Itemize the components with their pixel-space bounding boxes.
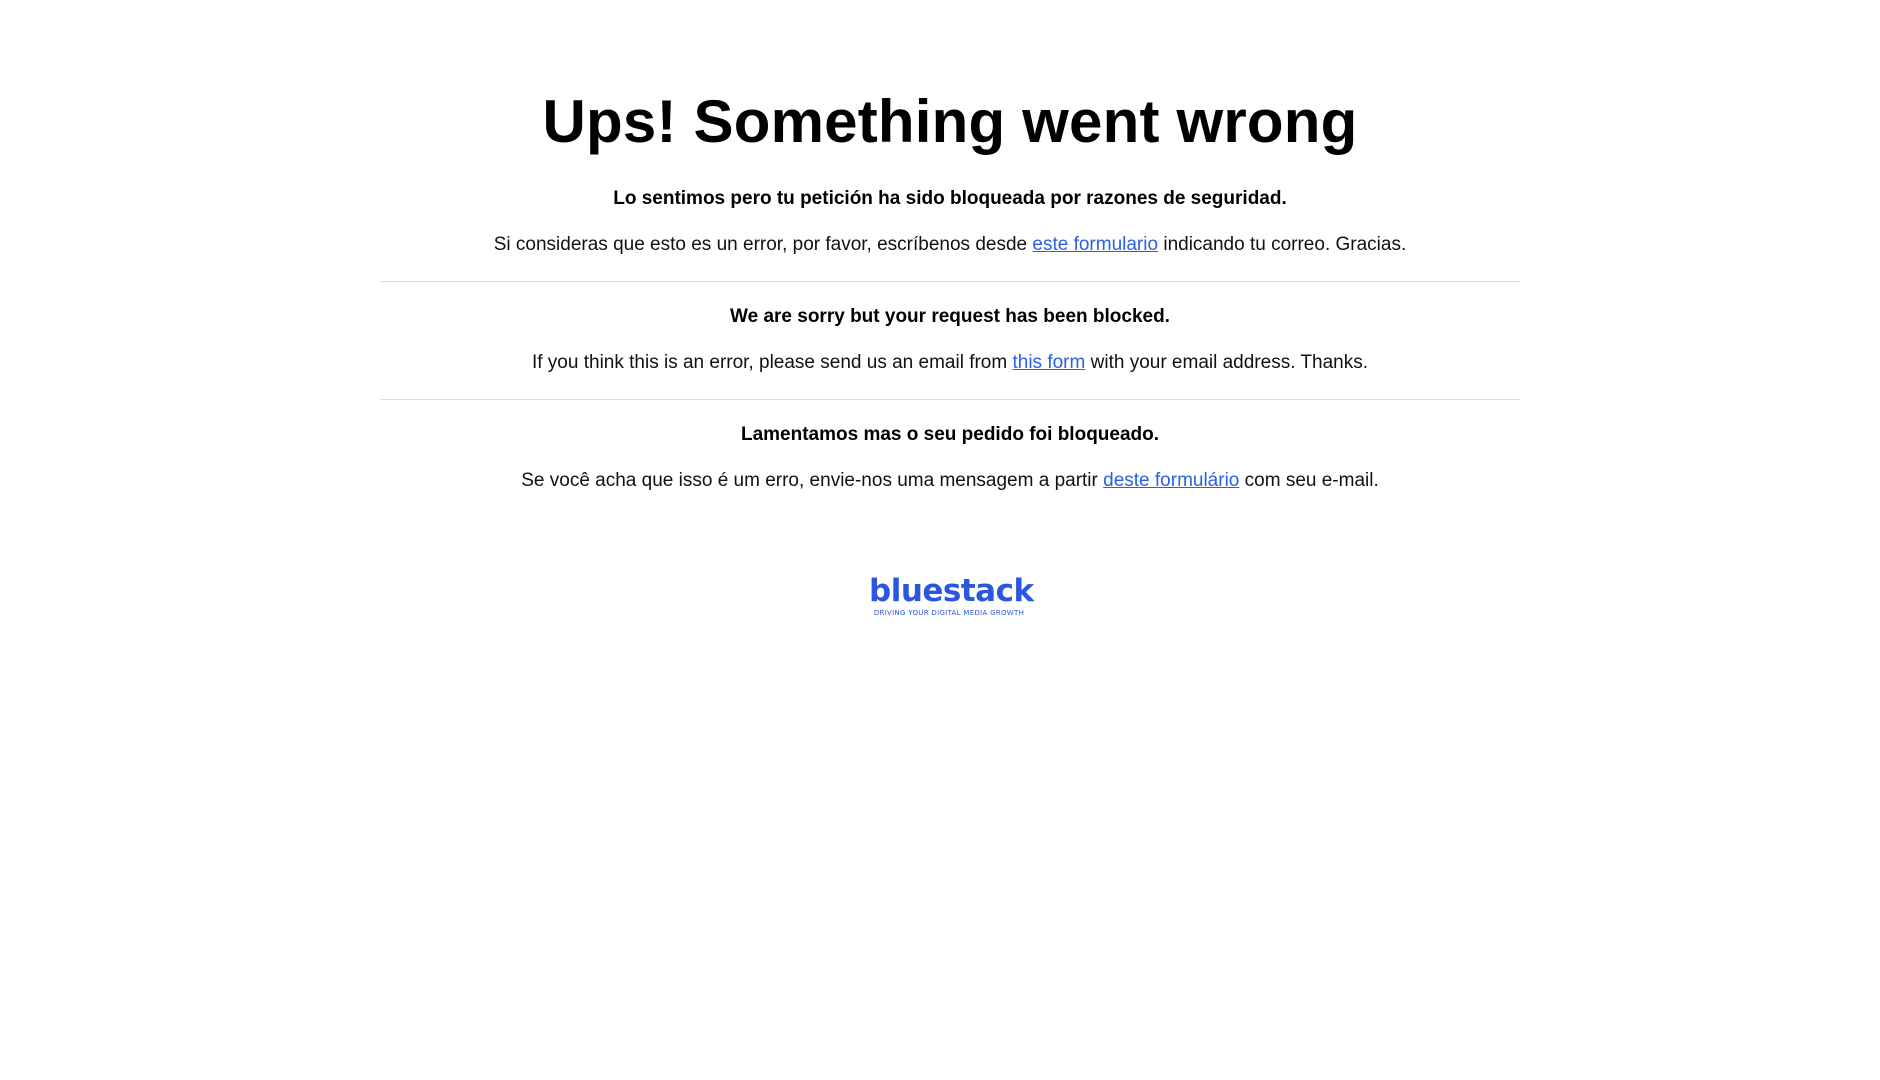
contact-form-link[interactable]: deste formulário	[1103, 470, 1239, 491]
section-spanish: Lo sentimos pero tu petición ha sido blo…	[380, 186, 1520, 258]
section-headline: We are sorry but your request has been b…	[730, 306, 1170, 327]
message-text-before: If you think this is an error, please se…	[531, 352, 1013, 373]
error-page: Ups! Something went wrong Lo sentimos pe…	[0, 0, 1880, 1080]
contact-form-link[interactable]: this form	[1012, 352, 1085, 373]
message-text-after: with your email address. Thanks.	[1085, 352, 1369, 373]
section-headline: Lo sentimos pero tu petición ha sido blo…	[613, 188, 1287, 209]
divider	[380, 399, 1520, 400]
message-text-after: com seu e-mail.	[1239, 470, 1379, 491]
section-message: Se você acha que isso é um erro, envie-n…	[380, 468, 1520, 494]
section-portuguese: Lamentamos mas o seu pedido foi bloquead…	[380, 422, 1520, 494]
logo-wordmark: bluestack	[869, 573, 1034, 609]
section-english: We are sorry but your request has been b…	[380, 304, 1520, 376]
contact-form-link[interactable]: este formulario	[1032, 234, 1158, 255]
section-message: If you think this is an error, please se…	[380, 350, 1520, 376]
divider	[380, 281, 1520, 282]
bluestack-logo: bluestack DRIVING YOUR DIGITAL MEDIA GRO…	[869, 573, 1034, 620]
message-text-before: Se você acha que isso é um erro, envie-n…	[521, 470, 1104, 491]
section-message: Si consideras que esto es un error, por …	[380, 232, 1520, 258]
section-headline: Lamentamos mas o seu pedido foi bloquead…	[740, 424, 1160, 445]
page-title: Ups! Something went wrong	[542, 88, 1358, 155]
error-content: Ups! Something went wrong Lo sentimos pe…	[380, 82, 1520, 494]
logo-tagline: DRIVING YOUR DIGITAL MEDIA GROWTH	[873, 609, 1025, 617]
message-text-after: indicando tu correo. Gracias.	[1158, 234, 1407, 255]
message-text-before: Si consideras que esto es un error, por …	[493, 234, 1033, 255]
